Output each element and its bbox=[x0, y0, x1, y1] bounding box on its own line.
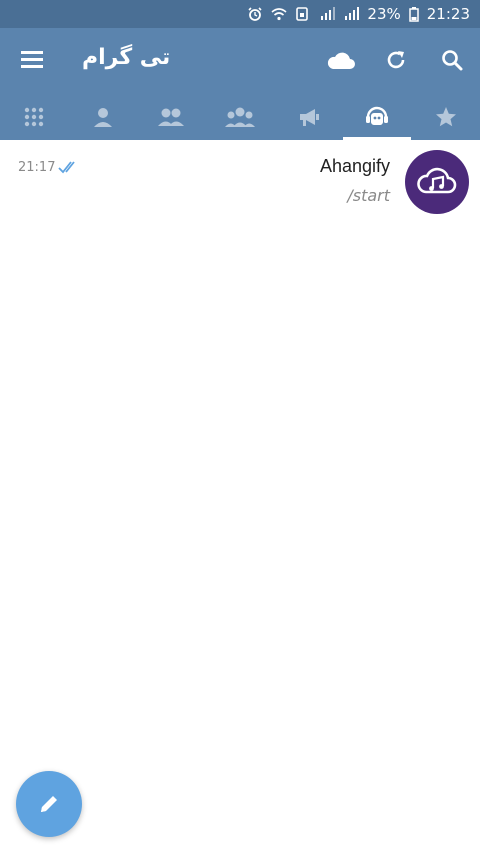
bot-icon bbox=[366, 106, 389, 125]
double-check-icon bbox=[58, 159, 80, 174]
user-icon bbox=[93, 107, 112, 127]
signal-icon-2 bbox=[343, 7, 360, 21]
chat-filter-tabs bbox=[0, 93, 480, 140]
group-icon bbox=[224, 107, 255, 127]
tab-groups[interactable] bbox=[137, 93, 206, 140]
tab-users[interactable] bbox=[69, 93, 138, 140]
chat-time: 21:17 bbox=[18, 160, 56, 175]
refresh-icon[interactable] bbox=[380, 44, 412, 76]
app-title: تی گرام bbox=[82, 45, 171, 70]
compose-button[interactable] bbox=[16, 771, 82, 837]
megaphone-icon bbox=[299, 108, 319, 126]
tab-all[interactable] bbox=[0, 93, 69, 140]
status-time: 21:23 bbox=[426, 5, 470, 23]
chat-name: Ahangify bbox=[319, 156, 390, 176]
signal-icon bbox=[319, 7, 336, 21]
cloud-music-icon bbox=[417, 167, 457, 194]
chat-row[interactable]: Ahangify /start 21:17 bbox=[0, 140, 480, 224]
two-users-icon bbox=[158, 108, 185, 126]
chat-list: Ahangify /start 21:17 bbox=[0, 140, 480, 224]
alarm-icon bbox=[247, 7, 263, 21]
tab-bots[interactable] bbox=[342, 93, 412, 140]
battery-icon bbox=[409, 7, 419, 22]
app-bar: تی گرام bbox=[0, 28, 480, 93]
grid-icon bbox=[25, 107, 44, 126]
tab-channels[interactable] bbox=[274, 93, 343, 140]
star-icon bbox=[435, 106, 456, 126]
pencil-icon bbox=[41, 796, 57, 812]
chat-avatar[interactable] bbox=[405, 150, 469, 214]
wifi-icon bbox=[271, 7, 287, 21]
hamburger-menu-icon[interactable] bbox=[20, 48, 46, 70]
cloud-icon[interactable] bbox=[325, 44, 357, 76]
battery-percent: 23% bbox=[367, 5, 401, 23]
tab-supergroups[interactable] bbox=[206, 93, 275, 140]
chat-preview: /start bbox=[347, 186, 390, 205]
sim-icon bbox=[295, 7, 311, 21]
search-icon[interactable] bbox=[436, 44, 468, 76]
tab-favorites[interactable] bbox=[411, 93, 480, 140]
status-bar: 23% 21:23 bbox=[0, 0, 480, 28]
